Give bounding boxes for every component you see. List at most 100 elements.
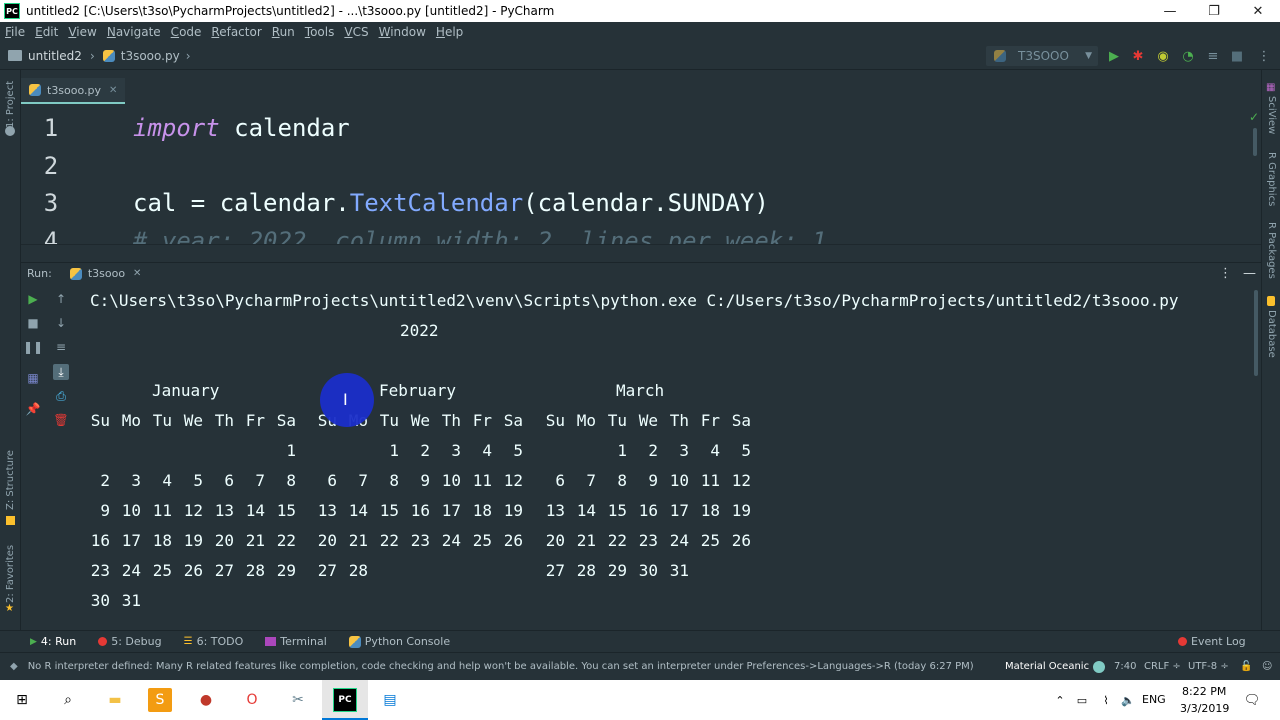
tool-tab-python-console[interactable]: Python Console [348,635,450,648]
more-options-icon[interactable]: ⋮ [1219,266,1232,281]
scroll-to-end-icon[interactable]: ⤓ [53,364,69,380]
menu-tools[interactable]: Tools [300,25,340,39]
language-indicator[interactable]: ENG [1142,693,1166,706]
menu-refactor[interactable]: Refactor [206,25,266,39]
menu-code[interactable]: Code [166,25,207,39]
close-tab-icon[interactable]: ✕ [109,85,117,96]
tool-tab-debug[interactable]: 5: Debug [98,635,162,648]
soft-wrap-icon[interactable]: ≡ [53,339,69,355]
restore-button[interactable]: ❐ [1192,0,1236,22]
calendar-day: 27 [545,561,565,580]
notifications-icon[interactable]: ☺ [1262,661,1272,672]
action-center-icon[interactable]: 🗨 [1240,688,1264,712]
breadcrumb-project[interactable]: untitled2 [28,49,82,63]
trash-icon[interactable]: 🗑 [53,412,69,428]
database-tool-tab[interactable]: Database [1266,310,1277,358]
tool-tab-run[interactable]: ▶ 4: Run [30,635,76,648]
menu-vcs[interactable]: VCS [339,25,373,39]
rerun-icon[interactable]: ▶ [25,291,41,307]
file-encoding[interactable]: UTF-8 ÷ [1188,661,1229,672]
console-output[interactable]: C:\Users\t3so\PycharmProjects\untitled2\… [90,286,1258,626]
taskbar-active-app[interactable]: PC [322,680,368,720]
file-explorer-icon[interactable]: ▬ [103,688,127,712]
status-message[interactable]: No R interpreter defined: Many R related… [28,661,974,672]
breadcrumb-file[interactable]: t3sooo.py [121,49,180,63]
code-token: cal = calendar. [133,189,350,217]
menu-view[interactable]: View [63,25,101,39]
menu-file[interactable]: File [0,25,30,39]
tool-tab-event-log[interactable]: Event Log [1178,635,1246,648]
console-scrollbar[interactable] [1254,290,1258,376]
calendar-day: 31 [669,561,689,580]
hide-panel-icon[interactable]: — [1243,266,1256,281]
pause-icon[interactable]: ❚❚ [23,339,43,355]
run-configuration-select[interactable]: T3SOOO ▼ [986,46,1098,66]
calendar-day: 26 [503,531,523,550]
panel-splitter[interactable] [21,244,1261,262]
wifi-icon[interactable]: ⌇ [1094,688,1118,712]
coverage-icon[interactable]: ◉ [1155,48,1171,64]
snipping-tool-icon[interactable]: ✂ [286,688,310,712]
windows-start-icon[interactable]: ⊞ [10,688,34,712]
windows-taskbar: ⊞ ⌕ ▬ S ● O ✂ PC ▤ ⌃ ▭ ⌇ 🔈 ENG 8:22 PM 3… [0,680,1280,720]
notepad-icon[interactable]: ▤ [378,688,402,712]
sciview-tool-tab[interactable]: SciView [1266,96,1277,134]
menu-navigate[interactable]: Navigate [102,25,166,39]
stop-run-icon[interactable]: ■ [25,315,41,331]
search-everywhere-icon[interactable]: ⋮ [1256,48,1272,64]
tool-tab-todo[interactable]: ☰ 6: TODO [184,635,244,648]
close-button[interactable]: ✕ [1236,0,1280,22]
r-graphics-tool-tab[interactable]: R Graphics [1266,152,1277,206]
run-icon[interactable]: ▶ [1106,48,1122,64]
close-run-tab-icon[interactable]: ✕ [133,268,141,279]
menu-edit[interactable]: Edit [30,25,63,39]
lock-icon[interactable]: 🔓 [1240,661,1252,672]
menu-window[interactable]: Window [374,25,431,39]
theme-indicator[interactable]: Material Oceanic [1005,661,1089,672]
minimize-button[interactable]: — [1148,0,1192,22]
scroll-up-icon[interactable]: ↑ [53,291,69,307]
chevron-up-icon[interactable]: ⌃ [1048,688,1072,712]
code-editor[interactable]: 1 import calendar 2 3 cal = calendar.Tex… [21,110,1261,244]
caret-position[interactable]: 7:40 [1114,661,1136,672]
calendar-day: 28 [348,561,368,580]
calendar-day: 5 [193,471,203,490]
calendar-day: 25 [152,561,172,580]
calendar-weekday-label: Mo [576,411,596,430]
sublime-text-icon[interactable]: S [148,688,172,712]
scroll-down-icon[interactable]: ↓ [53,315,69,331]
calendar-day: 26 [183,561,203,580]
concurrency-icon[interactable]: ≡ [1205,48,1221,64]
line-separator[interactable]: CRLF ÷ [1144,661,1181,672]
favorites-tool-tab[interactable]: 2: Favorites [5,545,16,603]
debug-icon[interactable]: ✱ [1130,48,1146,64]
navigation-bar: untitled2 › t3sooo.py › T3SOOO ▼ ▶ ✱ ◉ ◔… [0,42,1280,70]
calendar-day: 28 [245,561,265,580]
calendar-weekday-label: Th [669,411,689,430]
calendar-day: 1 [286,441,296,460]
menu-help[interactable]: Help [431,25,468,39]
r-packages-tool-tab[interactable]: R Packages [1266,222,1277,279]
layout-icon[interactable]: ▦ [25,370,41,386]
clock-time[interactable]: 8:22 PM [1182,685,1226,698]
recorder-icon[interactable]: ● [194,688,218,712]
profile-icon[interactable]: ◔ [1180,48,1196,64]
battery-icon[interactable]: ▭ [1070,688,1094,712]
project-tool-tab[interactable]: 1: Project [5,81,16,128]
opera-icon[interactable]: O [240,688,264,712]
calendar-day: 10 [669,471,689,490]
menu-run[interactable]: Run [267,25,300,39]
calendar-day: 3 [451,441,461,460]
structure-tool-tab[interactable]: Z: Structure [5,450,16,510]
tool-tab-terminal[interactable]: Terminal [265,635,327,648]
editor-scrollbar[interactable] [1253,128,1257,156]
search-icon[interactable]: ⌕ [56,688,80,712]
run-tab-label[interactable]: t3sooo [88,267,125,280]
pin-icon[interactable]: 📌 [25,401,41,417]
database-icon [1267,296,1275,306]
print-icon[interactable]: ⎙ [53,388,69,404]
editor-tab-t3sooo[interactable]: t3sooo.py ✕ [21,78,126,104]
clock-date[interactable]: 3/3/2019 [1180,702,1229,715]
stop-icon[interactable]: ■ [1229,48,1245,64]
volume-icon[interactable]: 🔈 [1116,688,1140,712]
